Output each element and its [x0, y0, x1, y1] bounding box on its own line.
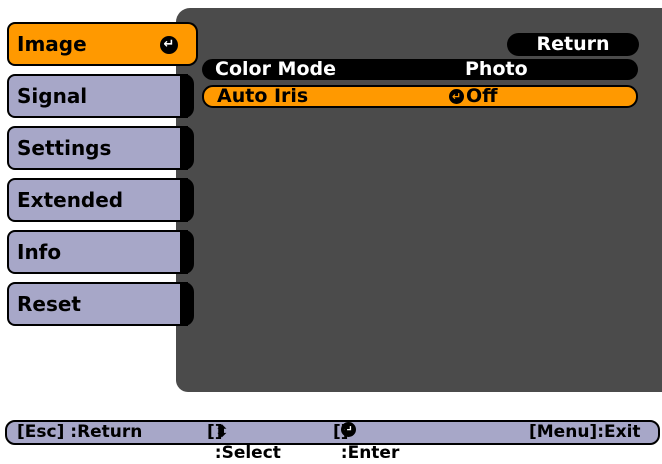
- tab-edge: [180, 74, 194, 118]
- sidebar-item-settings[interactable]: Settings: [7, 126, 194, 170]
- tab-connector: [182, 22, 198, 66]
- row-label: Auto Iris: [217, 85, 309, 107]
- sidebar-item-label: Info: [17, 240, 62, 264]
- row-value: Off: [466, 85, 498, 107]
- help-exit: [Menu]:Exit: [529, 422, 641, 442]
- row-value: Photo: [465, 58, 528, 80]
- help-enter: [↵] :Enter: [333, 422, 400, 463]
- enter-icon: ↵: [449, 89, 464, 104]
- sidebar-item-label: Settings: [17, 136, 112, 160]
- sidebar-item-image[interactable]: Image ↵: [7, 22, 198, 66]
- tab-edge: [180, 282, 194, 326]
- tab-edge: [180, 230, 194, 274]
- sidebar-item-label: Extended: [17, 188, 124, 212]
- sidebar-item-reset[interactable]: Reset: [7, 282, 194, 326]
- sidebar-item-extended[interactable]: Extended: [7, 178, 194, 222]
- help-select-text: ] :Select: [214, 422, 281, 463]
- return-button[interactable]: Return: [507, 33, 639, 56]
- tab-edge: [180, 178, 194, 222]
- enter-icon: ↵: [160, 36, 178, 54]
- row-value-wrap: ↵ Off: [449, 87, 498, 106]
- row-label: Color Mode: [215, 58, 336, 80]
- sidebar-item-label: Image: [17, 32, 87, 56]
- sidebar-item-signal[interactable]: Signal: [7, 74, 194, 118]
- help-enter-text: ] :Enter: [340, 422, 400, 463]
- menu-row-auto-iris[interactable]: Auto Iris ↵ Off: [202, 85, 638, 108]
- sidebar-item-label: Signal: [17, 84, 88, 108]
- tab-edge: [180, 126, 194, 170]
- sidebar-item-info[interactable]: Info: [7, 230, 194, 274]
- help-esc: [Esc] :Return: [17, 422, 143, 442]
- help-select: [⬍] :Select: [207, 422, 281, 463]
- help-bar: [Esc] :Return [⬍] :Select [↵] :Enter [Me…: [5, 420, 660, 463]
- menu-row-color-mode[interactable]: Color Mode Photo: [202, 59, 638, 80]
- sidebar-item-label: Reset: [17, 292, 81, 316]
